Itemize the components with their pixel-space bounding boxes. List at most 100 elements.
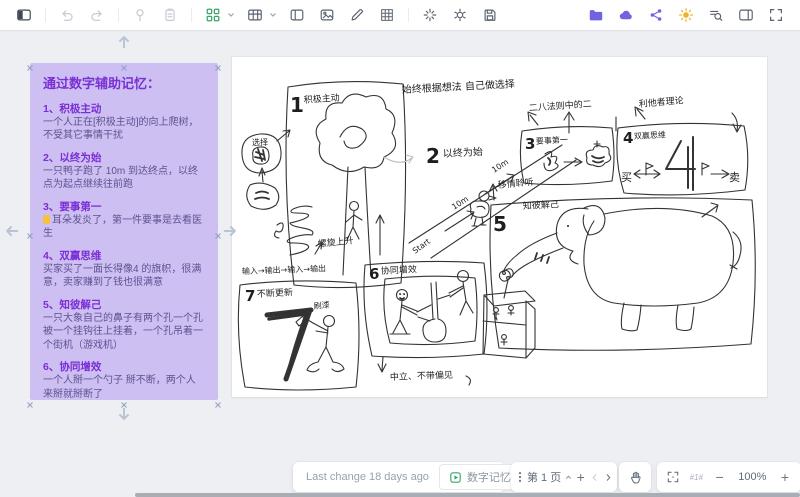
- fit-screen-button[interactable]: [661, 465, 685, 489]
- note-item-heading: 5、知彼解己: [43, 298, 205, 312]
- sketch-label: 6: [369, 265, 379, 283]
- sketch-label: 不断更新: [257, 286, 294, 300]
- zoom-out-button[interactable]: −: [708, 465, 732, 489]
- divider: [191, 8, 192, 22]
- undo-icon: [59, 7, 75, 23]
- search-overview-button[interactable]: [704, 3, 728, 27]
- magic-wand-icon: [422, 7, 438, 23]
- hand-tool-card: [619, 462, 651, 492]
- lightbulb-icon: [43, 215, 50, 224]
- sketch-label: 始终根据想法 自己做选择: [401, 77, 515, 96]
- page-menu-button[interactable]: [513, 465, 527, 489]
- zoom-controls-card: #1# − 100% +: [657, 462, 800, 492]
- image-icon: [319, 7, 335, 23]
- fit-screen-icon: [666, 470, 680, 484]
- folder-button[interactable]: [584, 3, 608, 27]
- selection-handle[interactable]: [214, 396, 222, 404]
- selection-handle[interactable]: [26, 227, 34, 235]
- settings-gear-icon: [452, 7, 468, 23]
- board-icon: [449, 471, 462, 484]
- template-caret[interactable]: [227, 3, 237, 27]
- sketch-label: 二八法则中的二: [528, 98, 592, 114]
- horizontal-scrollbar[interactable]: [135, 493, 800, 497]
- sketch-label: 选择: [252, 137, 268, 147]
- sketch-label: 输入→输出→输入→输出: [242, 263, 326, 276]
- expand-left-arrow[interactable]: [4, 223, 20, 239]
- folder-icon: [588, 7, 604, 23]
- zoom-level[interactable]: 100%: [734, 471, 770, 483]
- next-page-button[interactable]: [602, 465, 615, 489]
- share-button[interactable]: [644, 3, 668, 27]
- cloud-sync-button[interactable]: [614, 3, 638, 27]
- toolbar-right: [572, 3, 800, 27]
- save-icon: [482, 7, 498, 23]
- sketch-label: 4: [623, 129, 633, 147]
- page-controls-card: 第 1 页 +: [511, 462, 617, 492]
- theme-button[interactable]: [674, 3, 698, 27]
- note-item: 4、双赢思维买家买了一面长得像4 的旗帜，很满意，卖家赚到了钱也很满意: [43, 249, 205, 290]
- selection-handle[interactable]: [26, 396, 34, 404]
- sketch-panel-5: 5 知彼解己 移情聆听: [483, 176, 755, 358]
- note-item-body: 买家买了一面长得像4 的旗帜，很满意，卖家赚到了钱也很满意: [43, 263, 205, 290]
- pin-button[interactable]: [128, 3, 152, 27]
- selection-handle[interactable]: [26, 59, 34, 67]
- prev-page-button[interactable]: [588, 465, 601, 489]
- sketch-label: 10m: [490, 157, 510, 174]
- sketch-label: 1: [290, 93, 304, 117]
- sketch-label: 买: [621, 171, 632, 184]
- magic-wand-button[interactable]: [418, 3, 442, 27]
- note-item-body: 一只鸭子跑了 10m 到达终点，以终点为起点继续往前跑: [43, 165, 205, 192]
- clipboard-button[interactable]: [158, 3, 182, 27]
- frame-icon: [289, 7, 305, 23]
- top-toolbar: [0, 0, 800, 30]
- selection-handle[interactable]: [214, 59, 222, 67]
- fullscreen-button[interactable]: [764, 3, 788, 27]
- page-selector[interactable]: 第 1 页: [527, 469, 573, 485]
- template-button[interactable]: [201, 3, 225, 27]
- selection-handle[interactable]: [120, 59, 128, 67]
- hand-tool-button[interactable]: [623, 465, 647, 489]
- sketch-panel-6: 6 协同增效 中立、不带偏见: [364, 261, 487, 385]
- panel-toggle-button[interactable]: [12, 3, 36, 27]
- note-item-body: 一只大象自己的鼻子有两个孔一个孔被一个挂钩往上挂着，一个孔吊着一个街机（游戏机）: [43, 312, 205, 352]
- expand-right-arrow[interactable]: [222, 223, 238, 239]
- expand-up-arrow[interactable]: [116, 34, 132, 50]
- undo-button[interactable]: [55, 3, 79, 27]
- chevron-left-icon: [589, 472, 600, 483]
- pencil-button[interactable]: [345, 3, 369, 27]
- table-caret[interactable]: [269, 3, 279, 27]
- template-icon: [205, 7, 221, 23]
- sketch-label: 中立、不带偏见: [390, 369, 453, 383]
- whiteboard-sketch-image: 1 积极主动 选择 始终根据想法 自己做选择: [232, 57, 767, 397]
- save-button[interactable]: [478, 3, 502, 27]
- sketch-label: 卖: [729, 171, 740, 184]
- zoom-in-button[interactable]: +: [773, 465, 797, 489]
- add-page-button[interactable]: +: [573, 465, 588, 489]
- note-frame[interactable]: 通过数字辅助记忆： 1、积极主动一个人正在[积极主动]的向上爬树，不受其它事情干…: [30, 63, 218, 400]
- right-panel-button[interactable]: [734, 3, 758, 27]
- ratio-label[interactable]: #1#: [688, 473, 705, 482]
- settings-button[interactable]: [448, 3, 472, 27]
- selection-handle[interactable]: [120, 396, 128, 404]
- panel-toggle-icon: [16, 7, 32, 23]
- fullscreen-icon: [768, 7, 784, 23]
- image-button[interactable]: [315, 3, 339, 27]
- sketch-label: 积极主动: [303, 92, 340, 106]
- table-button[interactable]: [243, 3, 267, 27]
- note-item: 3、要事第一耳朵发炎了，第一件要事是去看医生: [43, 200, 205, 241]
- redo-button[interactable]: [85, 3, 109, 27]
- page-label: 第 1 页: [527, 469, 561, 485]
- note-item-heading: 4、双赢思维: [43, 249, 205, 263]
- chevron-right-icon: [603, 472, 614, 483]
- divider: [45, 8, 46, 22]
- sketch-panel-7: 7 不断更新 刷漆 螺旋上升 输入→输出→输入→输出: [238, 206, 359, 390]
- sketch-label: 协同增效: [381, 263, 418, 277]
- note-item-heading: 2、以终为始: [43, 151, 205, 165]
- sketch-panel-2: 2 以终为始 Start 10m 10m: [384, 112, 576, 258]
- pixel-grid-button[interactable]: [375, 3, 399, 27]
- kebab-icon: [513, 470, 527, 484]
- selection-handle[interactable]: [214, 227, 222, 235]
- sketch-panel-1: 1 积极主动 选择: [242, 82, 406, 288]
- frame-button[interactable]: [285, 3, 309, 27]
- clipboard-icon: [162, 7, 178, 23]
